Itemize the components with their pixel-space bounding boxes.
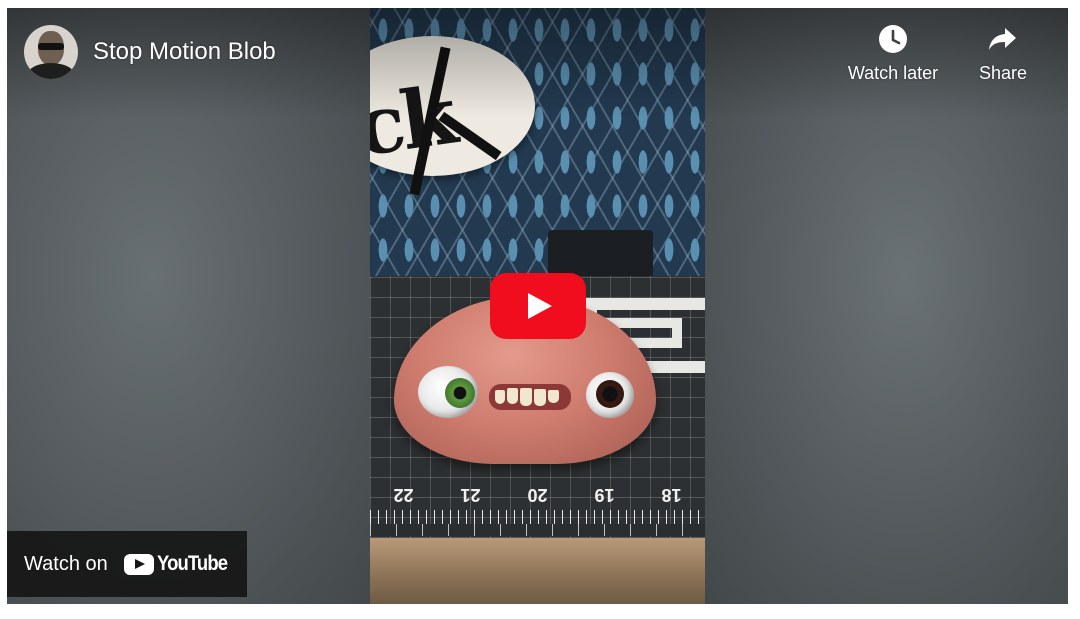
- video-title[interactable]: Stop Motion Blob: [93, 38, 276, 66]
- play-button[interactable]: [490, 273, 586, 339]
- ruler-number: 22: [393, 485, 414, 506]
- youtube-wordmark: YouTube: [156, 552, 228, 575]
- share-arrow-icon: [989, 28, 1016, 50]
- sunglasses-icon: [38, 43, 64, 50]
- watch-on-label: Watch on: [24, 552, 108, 575]
- right-eye: [586, 372, 634, 418]
- share-label: Share: [978, 63, 1028, 83]
- ruler-number: 21: [460, 485, 481, 506]
- share-button[interactable]: Share: [948, 24, 1058, 84]
- video-player[interactable]: ick 18 19 20 21 22 Stop Motion Blob Watc…: [7, 8, 1068, 604]
- tooth: [495, 390, 505, 404]
- blob-mouth: [489, 384, 571, 410]
- ruler-number: 19: [594, 485, 615, 506]
- table-edge: [370, 538, 705, 604]
- watch-later-button[interactable]: Watch later: [838, 24, 948, 84]
- ruler-number: 18: [661, 485, 682, 506]
- watch-later-label: Watch later: [847, 63, 939, 83]
- channel-avatar[interactable]: [24, 25, 78, 79]
- tooth: [534, 389, 546, 406]
- ruler-numbers: 18 19 20 21 22: [370, 480, 705, 510]
- clock-icon: [879, 25, 907, 53]
- play-icon: [528, 293, 552, 319]
- right-iris: [596, 380, 624, 408]
- watch-on-youtube-button[interactable]: Watch on YouTube: [7, 531, 247, 597]
- ruler-ticks: [370, 510, 705, 524]
- tooth: [520, 388, 532, 406]
- youtube-logo-icon: [123, 553, 154, 575]
- tooth: [507, 388, 518, 404]
- left-iris: [445, 378, 475, 408]
- ruler-ticks-lower: [370, 524, 705, 536]
- tooth: [548, 390, 559, 403]
- youtube-logo: YouTube: [123, 552, 237, 576]
- ruler-number: 20: [527, 485, 548, 506]
- left-eye: [418, 366, 478, 418]
